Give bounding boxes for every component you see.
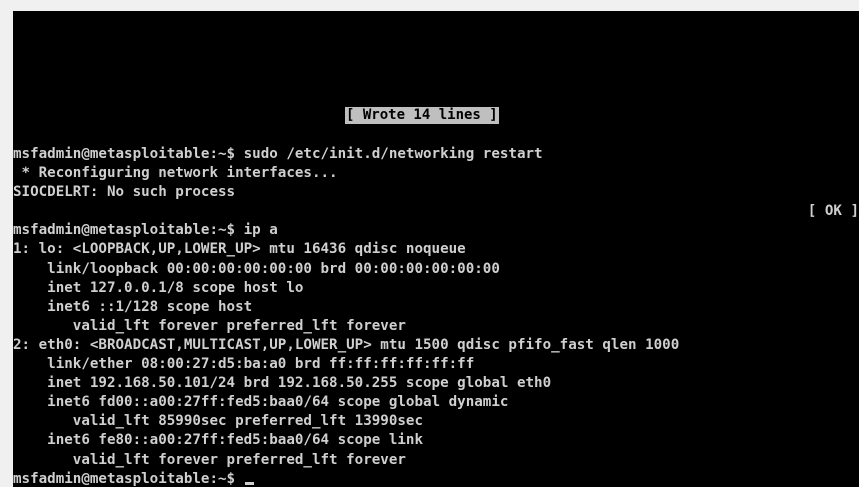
command-prompt: msfadmin@metasploitable:~$ xyxy=(13,470,244,487)
terminal-line: inet6 ::1/128 scope host xyxy=(13,298,253,315)
terminal-line: msfadmin@metasploitable:~$ sudo /etc/ini… xyxy=(13,146,543,162)
terminal-line: msfadmin@metasploitable:~$ ip a xyxy=(13,222,278,239)
terminal-line: inet6 fe80::a00:27ff:fed5:baa0/64 scope … xyxy=(13,432,423,449)
terminal-line: valid_lft 85990sec preferred_lft 13990se… xyxy=(13,413,423,430)
terminal-line: link/loopback 00:00:00:00:00:00 brd 00:0… xyxy=(13,260,500,277)
terminal-output: msfadmin@metasploitable:~$ sudo /etc/ini… xyxy=(13,145,859,487)
terminal-line: 1: lo: <LOOPBACK,UP,LOWER_UP> mtu 16436 … xyxy=(13,241,466,258)
terminal-line: inet 127.0.0.1/8 scope host lo xyxy=(13,279,304,296)
terminal-line: * Reconfiguring network interfaces... xyxy=(13,165,338,182)
terminal-line: 2: eth0: <BROADCAST,MULTICAST,UP,LOWER_U… xyxy=(13,336,680,353)
editor-status-message: [ Wrote 14 lines ] xyxy=(345,107,499,124)
terminal-line: inet6 fd00::a00:27ff:fed5:baa0/64 scope … xyxy=(13,394,509,411)
terminal-line: SIOCDELRT: No such process xyxy=(13,184,236,201)
terminal-console[interactable]: [ Wrote 14 lines ] msfadmin@metasploitab… xyxy=(13,11,859,487)
terminal-line: valid_lft forever preferred_lft forever xyxy=(13,317,406,334)
ok-status: [ OK ] xyxy=(807,203,859,220)
terminal-line: link/ether 08:00:27:d5:ba:a0 brd ff:ff:f… xyxy=(13,356,475,373)
text-cursor xyxy=(244,481,254,485)
command-prompt-line[interactable]: msfadmin@metasploitable:~$ xyxy=(13,470,859,487)
terminal-line: valid_lft forever preferred_lft forever xyxy=(13,451,406,468)
terminal-line: inet 192.168.50.101/24 brd 192.168.50.25… xyxy=(13,375,552,392)
